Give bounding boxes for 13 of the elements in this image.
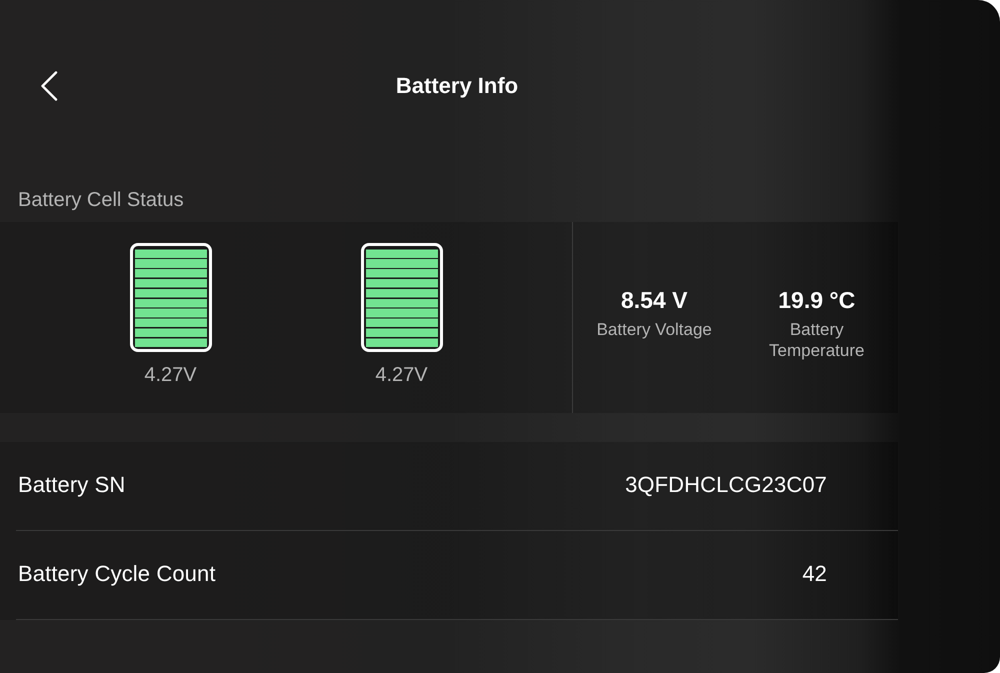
info-value: 42 [802,561,827,587]
cell-voltage: 4.27V [144,363,197,387]
stat-value: 8.54 V [621,287,688,313]
stat-value: 19.9 °C [778,287,856,313]
stat-label: Battery Voltage [596,319,712,340]
info-label: Battery Cycle Count [18,561,216,587]
stat-label: Battery Temperature [768,319,866,361]
section-label: Battery Cell Status [18,189,184,211]
info-value: 3QFDHCLCG23C07 [625,472,827,498]
page-title: Battery Info [396,73,518,99]
cell-voltage: 4.27V [375,363,428,387]
info-label: Battery SN [18,472,126,498]
chevron-left-icon [40,71,58,101]
